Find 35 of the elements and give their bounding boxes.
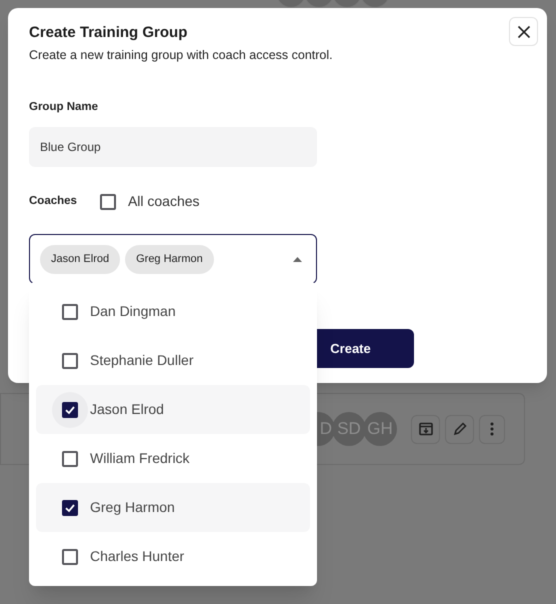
option-label: Dan Dingman bbox=[90, 302, 176, 321]
close-button[interactable] bbox=[509, 17, 538, 46]
checkbox[interactable] bbox=[100, 194, 116, 210]
coach-option[interactable]: Jason Elrod bbox=[36, 385, 310, 434]
checkbox[interactable] bbox=[62, 304, 78, 320]
archive-icon bbox=[418, 422, 432, 436]
pencil-icon bbox=[452, 422, 466, 436]
checkbox[interactable] bbox=[62, 402, 78, 418]
option-label: William Fredrick bbox=[90, 449, 190, 468]
option-label: Greg Harmon bbox=[90, 498, 175, 517]
coach-chip[interactable]: Jason Elrod bbox=[40, 244, 120, 274]
checkbox[interactable] bbox=[62, 500, 78, 516]
option-label: Stephanie Duller bbox=[90, 351, 194, 370]
field-label: Group Name bbox=[29, 100, 100, 115]
checkbox[interactable] bbox=[62, 352, 78, 368]
checkbox[interactable] bbox=[62, 450, 78, 466]
option-label: Jason Elrod bbox=[90, 400, 164, 419]
checkbox[interactable] bbox=[62, 548, 78, 564]
input-field[interactable]: Blue Group bbox=[29, 127, 317, 167]
archive-button[interactable] bbox=[411, 414, 440, 444]
coach-option[interactable]: Charles Hunter bbox=[36, 532, 310, 581]
edit-button[interactable] bbox=[445, 414, 474, 444]
coach-option[interactable]: Greg Harmon bbox=[36, 483, 310, 532]
close-icon bbox=[516, 24, 530, 38]
coach-chip[interactable]: Greg Harmon bbox=[125, 244, 214, 274]
caret-icon bbox=[293, 256, 302, 262]
more-icon bbox=[490, 422, 494, 436]
dialog-description: Create a new training group with coach access control. bbox=[29, 47, 334, 64]
check-icon bbox=[64, 502, 76, 514]
dialog-title: Create Training Group bbox=[29, 23, 188, 43]
more-button[interactable] bbox=[479, 414, 505, 444]
option-label: Charles Hunter bbox=[90, 547, 184, 566]
check-icon bbox=[64, 404, 76, 416]
checkbox-label: All coaches bbox=[128, 192, 200, 211]
field-label: Coaches bbox=[29, 194, 77, 209]
